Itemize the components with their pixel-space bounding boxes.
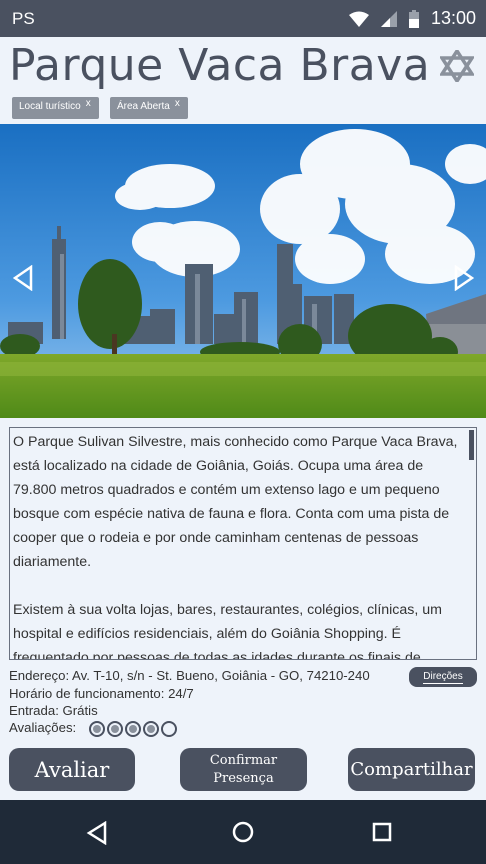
ratings-label: Avaliações: [9,720,77,735]
rating-dot [129,725,137,733]
scrollbar[interactable] [469,430,474,460]
hours-text: Horário de funcionamento: 24/7 [9,686,194,701]
tag-label: Área Aberta [117,101,170,112]
next-arrow-icon[interactable] [454,265,474,291]
rate-button[interactable]: Avaliar [9,748,135,791]
back-icon[interactable] [86,821,108,845]
remove-tag-button[interactable]: x [175,98,180,109]
rating-dot [93,725,101,733]
tag-area-aberta: Área Aberta x [110,97,188,119]
prev-arrow-icon[interactable] [13,265,33,291]
wifi-icon [348,11,369,27]
description-box[interactable]: O Parque Sulivan Silvestre, mais conheci… [9,427,477,660]
star-of-david-icon[interactable] [440,50,474,82]
rating-circle-filled[interactable] [107,721,123,737]
rating-circle-filled[interactable] [89,721,105,737]
tag-label: Local turístico [19,101,81,112]
rating-circle-filled[interactable] [125,721,141,737]
signal-icon [380,10,397,27]
directions-button[interactable]: Direções [409,667,477,687]
rating-stars[interactable] [89,721,177,737]
park-photo [0,124,486,418]
status-time: 13:00 [430,8,476,28]
rating-circle-filled[interactable] [143,721,159,737]
page-title: Parque Vaca Brava [9,40,431,91]
address-text: Endereço: Av. T-10, s/n - St. Bueno, Goi… [9,668,370,683]
navigation-bar [0,800,486,864]
description-paragraph: O Parque Sulivan Silvestre, mais conheci… [13,434,458,570]
home-icon[interactable] [232,821,254,843]
tag-local-turistico: Local turístico x [12,97,99,119]
confirm-presence-button[interactable]: Confirmar Presença [180,748,307,791]
rating-circle-empty[interactable] [161,721,177,737]
recents-icon[interactable] [372,822,392,842]
share-button[interactable]: Compartilhar [348,748,475,791]
entry-text: Entrada: Grátis [9,703,98,718]
rating-dot [147,725,155,733]
rating-dot [111,725,119,733]
remove-tag-button[interactable]: x [86,98,91,109]
status-bar: PS 13:00 [0,0,486,37]
battery-icon [408,9,419,28]
description-paragraph: Existem à sua volta lojas, bares, restau… [13,602,442,660]
status-carrier: PS [12,9,35,28]
rating-dot [165,725,173,733]
